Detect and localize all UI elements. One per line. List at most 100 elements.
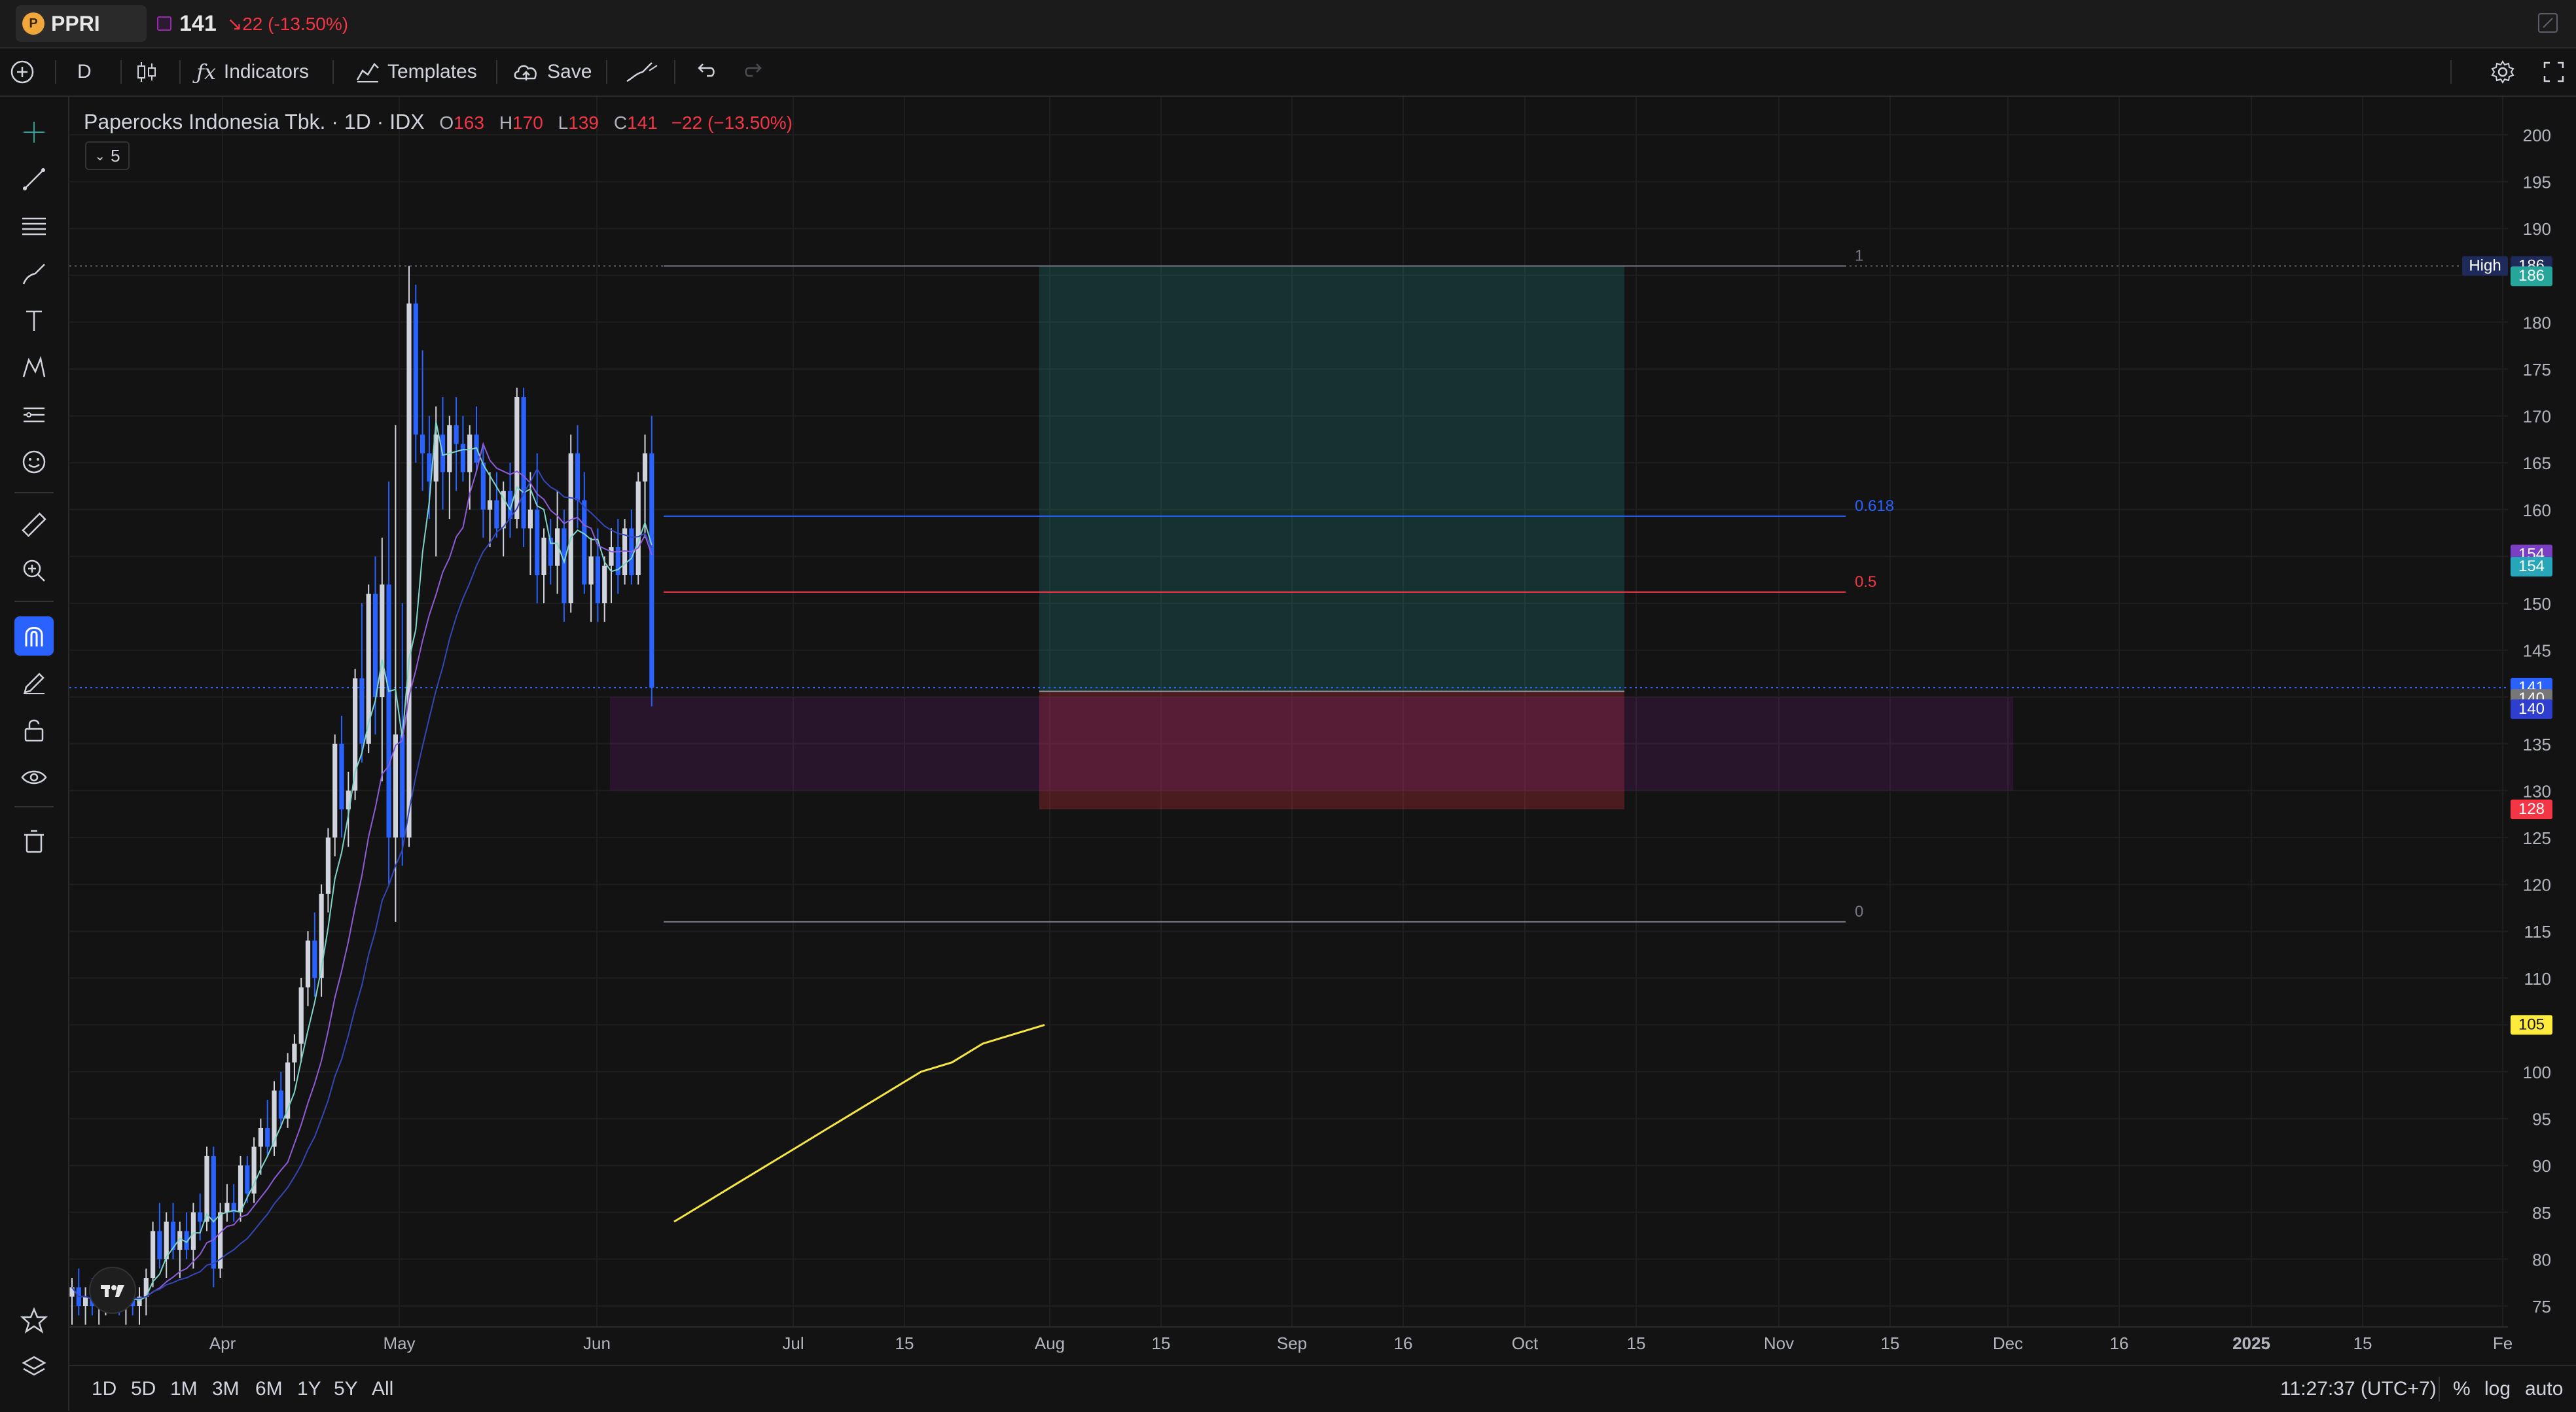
magnet-tool[interactable] <box>14 616 54 656</box>
time-tick-label: 15 <box>2353 1333 2372 1353</box>
candle-body <box>157 1231 162 1260</box>
exchange-badge-icon <box>157 16 171 31</box>
templates-icon <box>356 63 379 82</box>
price-tick-label: 150 <box>2523 594 2551 614</box>
candle-body <box>245 1165 250 1194</box>
candle-body <box>164 1222 169 1260</box>
indicators-collapse-button[interactable]: ⌄ 5 <box>85 141 130 170</box>
candle <box>177 1222 183 1279</box>
position-profit-zone <box>1039 266 1624 692</box>
candle-body <box>305 940 311 988</box>
fib-level-05-label: 0.5 <box>1855 573 1876 591</box>
edit-icon[interactable] <box>2537 12 2559 34</box>
icon-tool[interactable] <box>14 442 54 482</box>
fullscreen-button[interactable] <box>2541 48 2567 96</box>
auto-toggle[interactable]: auto <box>2525 1366 2563 1412</box>
candle-body <box>454 425 459 444</box>
text-tool[interactable] <box>14 301 54 340</box>
symbol-search-button[interactable]: P PPRI <box>16 5 147 42</box>
candle <box>231 1184 236 1222</box>
price-tick-label: 145 <box>2523 641 2551 661</box>
legend-open-label: O <box>439 113 454 133</box>
time-tick-label: Sep <box>1277 1333 1307 1353</box>
range-1m[interactable]: 1M <box>170 1366 198 1412</box>
tradingview-logo-icon <box>101 1285 124 1297</box>
legend-high: 170 <box>512 113 543 133</box>
candle <box>184 1212 189 1260</box>
candle-body <box>494 500 499 529</box>
candle-body <box>190 1212 196 1250</box>
range-1y[interactable]: 1Y <box>297 1366 321 1412</box>
header-price-group: 141 ↘22 (-13.50%) <box>157 5 348 42</box>
fib-level-1-label: 1 <box>1855 247 1863 264</box>
interval-button[interactable]: D <box>77 48 92 96</box>
candle <box>305 931 311 1006</box>
crosshair-tool[interactable] <box>14 113 54 152</box>
object-tree-button[interactable] <box>14 1348 54 1387</box>
candle-body <box>238 1165 243 1212</box>
settings-button[interactable] <box>2490 48 2516 96</box>
pattern-tool[interactable] <box>14 348 54 387</box>
candle <box>211 1146 216 1288</box>
candle-body <box>151 1231 156 1279</box>
ruler-tool[interactable] <box>14 505 54 544</box>
chart-legend: Paperocks Indonesia Tbk. · 1D · IDX O163… <box>84 110 793 134</box>
range-6m[interactable]: 6M <box>255 1366 283 1412</box>
redo-button[interactable] <box>741 48 767 96</box>
undo-button[interactable] <box>692 48 719 96</box>
remove-drawings-button[interactable] <box>14 822 54 861</box>
fib-tool[interactable] <box>14 207 54 246</box>
time-tick-label: 15 <box>1627 1333 1646 1353</box>
bottom-toolbar: 1D 5D 1M 3M 6M 1Y 5Y All 11:27:37 (UTC+7… <box>69 1365 2576 1412</box>
forecast-tool[interactable] <box>14 395 54 434</box>
range-1d[interactable]: 1D <box>92 1366 116 1412</box>
candle <box>83 1287 88 1325</box>
price-tick-label: 175 <box>2523 360 2551 379</box>
candle <box>494 472 499 538</box>
zoom-in-icon <box>23 559 45 582</box>
candle-body <box>83 1296 88 1306</box>
brush-tool[interactable] <box>14 254 54 293</box>
zoom-tool[interactable] <box>14 551 54 590</box>
log-toggle[interactable]: log <box>2484 1366 2511 1412</box>
timezone-clock[interactable]: 11:27:37 (UTC+7) <box>2280 1366 2437 1412</box>
candle <box>480 444 486 538</box>
candle <box>454 397 459 491</box>
tradingview-logo[interactable] <box>89 1267 136 1314</box>
candle-body <box>258 1127 263 1147</box>
range-5y[interactable]: 5Y <box>334 1366 358 1412</box>
range-3m[interactable]: 3M <box>212 1366 240 1412</box>
price-tick-label: 170 <box>2523 407 2551 427</box>
chart-type-button[interactable] <box>134 48 160 96</box>
candle-body <box>265 1127 270 1147</box>
fib-lines-icon <box>22 217 46 236</box>
candle-body <box>480 463 486 510</box>
drawing-toolbar-toggle[interactable] <box>623 48 660 96</box>
price-tick-label: 90 <box>2532 1156 2551 1176</box>
time-tick-label: 2025 <box>2232 1333 2270 1353</box>
lock-tool[interactable] <box>14 711 54 750</box>
candle <box>615 519 620 594</box>
price-chart[interactable]: 2001951901851801751701651601551501451401… <box>69 97 2576 1353</box>
add-symbol-button[interactable] <box>9 48 35 96</box>
stay-in-drawing-tool[interactable] <box>14 663 54 703</box>
indicators-button[interactable]: ƒx Indicators <box>196 48 309 96</box>
candle-body <box>198 1212 203 1222</box>
templates-button[interactable]: Templates <box>355 48 477 96</box>
candle <box>406 266 412 847</box>
candle <box>447 415 452 520</box>
range-5d[interactable]: 5D <box>131 1366 156 1412</box>
top-header: P PPRI 141 ↘22 (-13.50%) <box>0 0 2576 48</box>
candle <box>568 434 573 613</box>
percent-toggle[interactable]: % <box>2453 1366 2471 1412</box>
drawing-tools-panel <box>0 97 69 1411</box>
hide-tool[interactable] <box>14 758 54 797</box>
save-button[interactable]: Save <box>512 48 592 96</box>
candle-body <box>278 1090 283 1119</box>
candle-body <box>460 444 465 472</box>
candle <box>339 715 344 838</box>
trend-line-tool[interactable] <box>14 160 54 199</box>
favorites-button[interactable] <box>14 1301 54 1340</box>
candle <box>548 519 553 585</box>
range-all[interactable]: All <box>372 1366 393 1412</box>
